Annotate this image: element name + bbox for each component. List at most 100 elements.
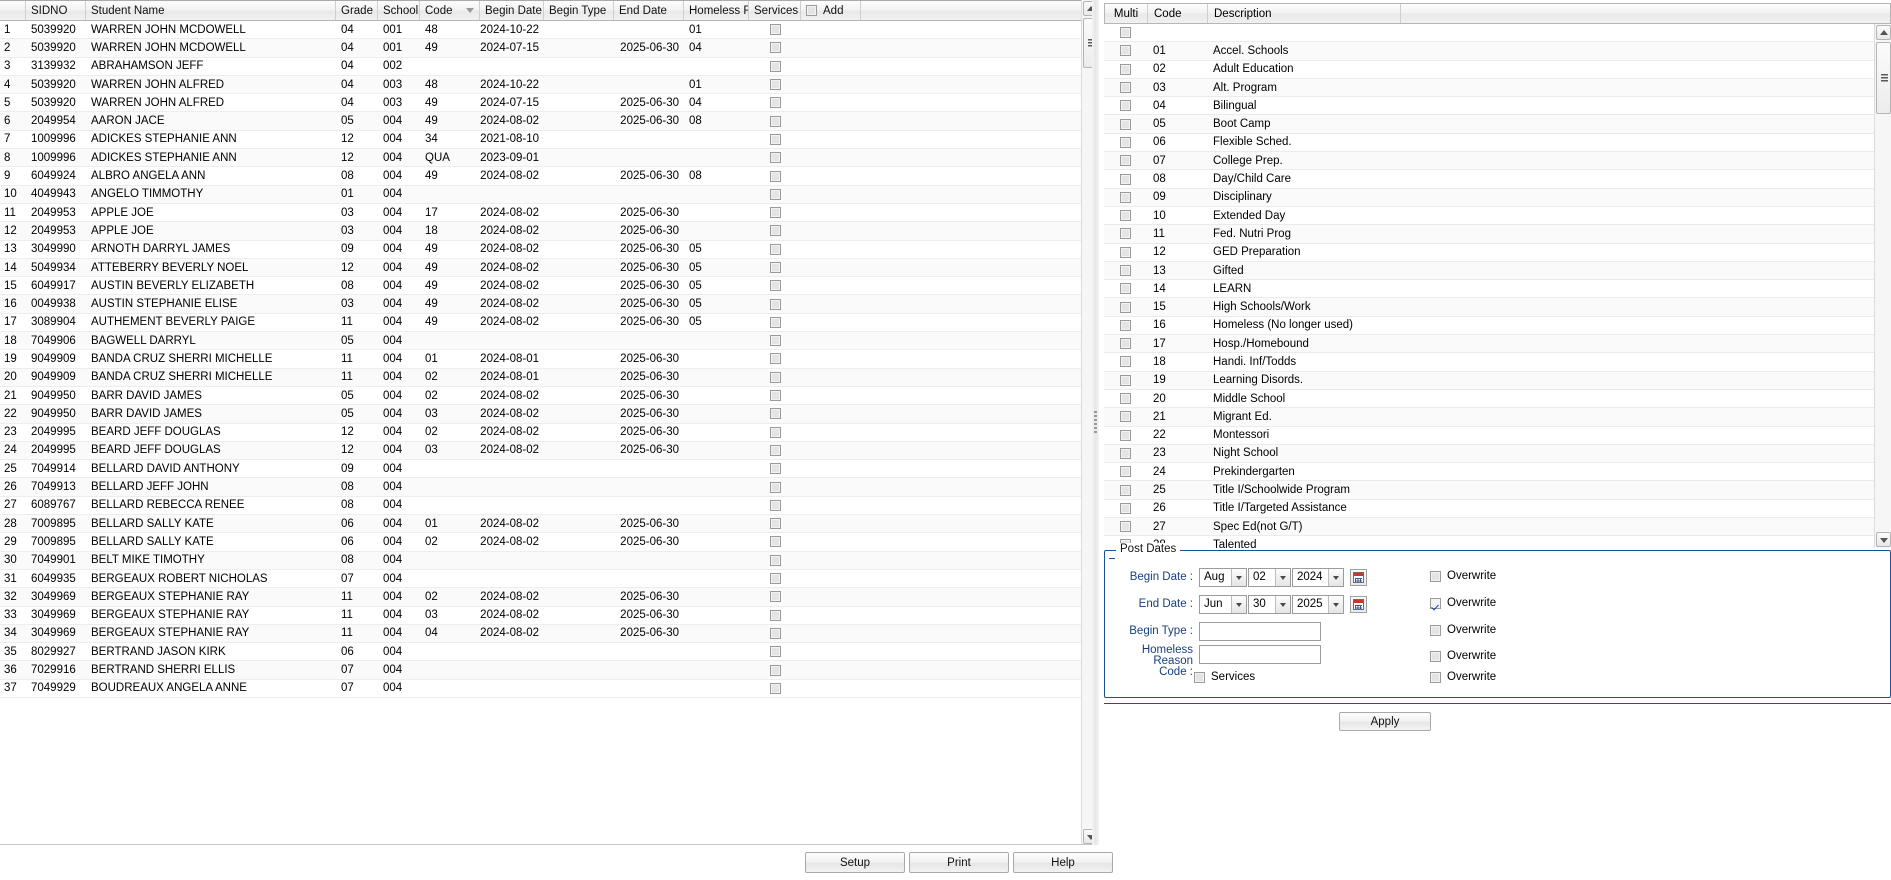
list-item[interactable]: 27 Spec Ed(not G/T) (1104, 518, 1891, 537)
column-header-description[interactable]: Description (1208, 4, 1401, 23)
table-row[interactable]: 15 6049917 AUSTIN BEVERLY ELIZABETH 08 004 49… (0, 277, 1098, 296)
services-checkbox[interactable] (1194, 671, 1205, 683)
column-header-code[interactable]: Code (420, 1, 480, 20)
code-scroll-down-arrow-icon[interactable] (1876, 532, 1891, 547)
code-multi-checkbox[interactable] (1120, 393, 1131, 405)
code-multi-cell[interactable] (1104, 207, 1147, 224)
list-item[interactable]: 10 Extended Day (1104, 207, 1891, 226)
services-row-checkbox[interactable] (769, 609, 781, 621)
table-row[interactable]: 13 3049990 ARNOTH DARRYL JAMES 09 004 49 2024-… (0, 241, 1098, 259)
table-row[interactable]: 32 3049969 BERGEAUX STEPHANIE RAY 11 004 02 20… (0, 588, 1098, 607)
table-row[interactable]: 30 7049901 BELT MIKE TIMOTHY 08 004 (0, 551, 1098, 570)
homeless-reason-overwrite-checkbox[interactable] (1430, 650, 1441, 662)
cell-services[interactable] (749, 643, 801, 660)
list-item[interactable]: 19 Learning Disords. (1104, 371, 1891, 390)
begin-date-day-select[interactable]: 02 (1248, 567, 1291, 587)
cell-services[interactable] (749, 295, 801, 312)
code-multi-checkbox[interactable] (1120, 27, 1131, 39)
end-date-year-select[interactable]: 2025 (1292, 594, 1344, 614)
table-row[interactable]: 33 3049969 BERGEAUX STEPHANIE RAY 11 004 03 20… (0, 607, 1098, 625)
column-header-sidno[interactable]: SIDNO (26, 1, 86, 20)
table-row[interactable]: 11 2049953 APPLE JOE 03 004 17 2024-08-02 2025-… (0, 204, 1098, 223)
code-multi-checkbox[interactable] (1120, 502, 1131, 514)
column-header-grade[interactable]: Grade (336, 1, 378, 20)
services-row-checkbox[interactable] (769, 280, 781, 292)
services-row-checkbox[interactable] (769, 207, 781, 219)
table-row[interactable]: 17 3089904 AUTHEMENT BEVERLY PAIGE 11 004 49 2… (0, 314, 1098, 333)
code-multi-checkbox[interactable] (1120, 265, 1131, 276)
code-multi-cell[interactable] (1104, 390, 1147, 407)
list-item[interactable]: 06 Flexible Sched. (1104, 134, 1891, 153)
services-row-checkbox[interactable] (769, 170, 781, 182)
cell-services[interactable] (749, 131, 801, 148)
list-item[interactable]: 21 Migrant Ed. (1104, 408, 1891, 427)
list-item[interactable]: 24 Prekindergarten (1104, 463, 1891, 482)
apply-button[interactable]: Apply (1339, 712, 1431, 731)
code-multi-cell[interactable] (1104, 335, 1147, 352)
code-multi-checkbox[interactable] (1120, 301, 1131, 313)
list-item[interactable]: 23 Night School (1104, 444, 1891, 464)
table-row[interactable]: 2 5039920 WARREN JOHN MCDOWELL 04 001 49 2024-… (0, 39, 1098, 58)
services-row-checkbox[interactable] (769, 390, 781, 402)
end-date-overwrite-checkbox[interactable] (1430, 597, 1441, 609)
cell-services[interactable] (749, 21, 801, 38)
services-row-checkbox[interactable] (769, 627, 781, 639)
table-row[interactable]: 7 1009996 ADICKES STEPHANIE ANN 12 004 34 2021… (0, 131, 1098, 150)
list-item[interactable] (1104, 24, 1891, 43)
end-date-day-select[interactable]: 30 (1248, 594, 1291, 614)
cell-services[interactable] (749, 149, 801, 166)
services-row-checkbox[interactable] (769, 646, 781, 658)
table-row[interactable]: 25 7049914 BELLARD DAVID ANTHONY 09 004 (0, 460, 1098, 479)
column-header-school[interactable]: School (378, 1, 420, 20)
cell-services[interactable] (749, 497, 801, 514)
code-scrollbar-thumb[interactable] (1876, 42, 1891, 114)
code-multi-checkbox[interactable] (1120, 356, 1131, 368)
services-row-checkbox[interactable] (769, 42, 781, 54)
cell-services[interactable] (749, 94, 801, 111)
cell-services[interactable] (749, 552, 801, 569)
table-row[interactable]: 19 9049909 BANDA CRUZ SHERRI MICHELLE 11 004… (0, 350, 1098, 369)
column-header-begin-type[interactable]: Begin Type (544, 1, 614, 20)
list-item[interactable]: 09 Disciplinary (1104, 188, 1891, 207)
begin-type-input[interactable] (1199, 621, 1321, 641)
code-multi-checkbox[interactable] (1120, 521, 1131, 533)
code-multi-checkbox[interactable] (1120, 447, 1131, 459)
help-button[interactable]: Help (1013, 852, 1113, 873)
begin-date-calendar-icon[interactable] (1350, 568, 1367, 586)
add-all-checkbox[interactable] (806, 5, 817, 16)
table-row[interactable]: 24 2049995 BEARD JEFF DOUGLAS 12 004 03 2024-0… (0, 441, 1098, 461)
code-multi-checkbox[interactable] (1120, 173, 1131, 185)
code-multi-cell[interactable] (1104, 244, 1147, 261)
list-item[interactable]: 12 GED Preparation (1104, 244, 1891, 262)
services-row-checkbox[interactable] (769, 682, 781, 694)
code-multi-checkbox[interactable] (1120, 118, 1131, 130)
table-row[interactable]: 20 9049909 BANDA CRUZ SHERRI MICHELLE 11 004… (0, 368, 1098, 387)
cell-services[interactable] (749, 241, 801, 258)
code-multi-checkbox[interactable] (1120, 82, 1131, 94)
services-row-checkbox[interactable] (769, 408, 781, 420)
code-multi-cell[interactable] (1104, 298, 1147, 315)
code-multi-cell[interactable] (1104, 115, 1147, 132)
cell-services[interactable] (749, 424, 801, 441)
list-item[interactable]: 14 LEARN (1104, 280, 1891, 299)
services-row-checkbox[interactable] (769, 664, 781, 676)
cell-services[interactable] (749, 350, 801, 367)
code-multi-cell[interactable] (1104, 463, 1147, 480)
code-multi-checkbox[interactable] (1120, 228, 1131, 240)
code-multi-cell[interactable] (1104, 317, 1147, 334)
table-row[interactable]: 1 5039920 WARREN JOHN MCDOWELL 04 001 48 2024-… (0, 21, 1098, 40)
code-scroll-up-arrow-icon[interactable] (1876, 25, 1891, 40)
code-multi-cell[interactable] (1104, 262, 1147, 279)
services-row-checkbox[interactable] (769, 79, 781, 91)
code-multi-checkbox[interactable] (1120, 319, 1131, 331)
list-item[interactable]: 05 Boot Camp (1104, 115, 1891, 134)
code-multi-checkbox[interactable] (1120, 246, 1131, 258)
services-row-checkbox[interactable] (769, 115, 781, 127)
cell-services[interactable] (749, 369, 801, 386)
services-row-checkbox[interactable] (769, 371, 781, 383)
list-item[interactable]: 25 Title I/Schoolwide Program (1104, 481, 1891, 500)
cell-services[interactable] (749, 607, 801, 624)
panel-splitter[interactable] (1092, 0, 1099, 845)
services-row-checkbox[interactable] (769, 152, 781, 164)
services-row-checkbox[interactable] (769, 243, 781, 255)
